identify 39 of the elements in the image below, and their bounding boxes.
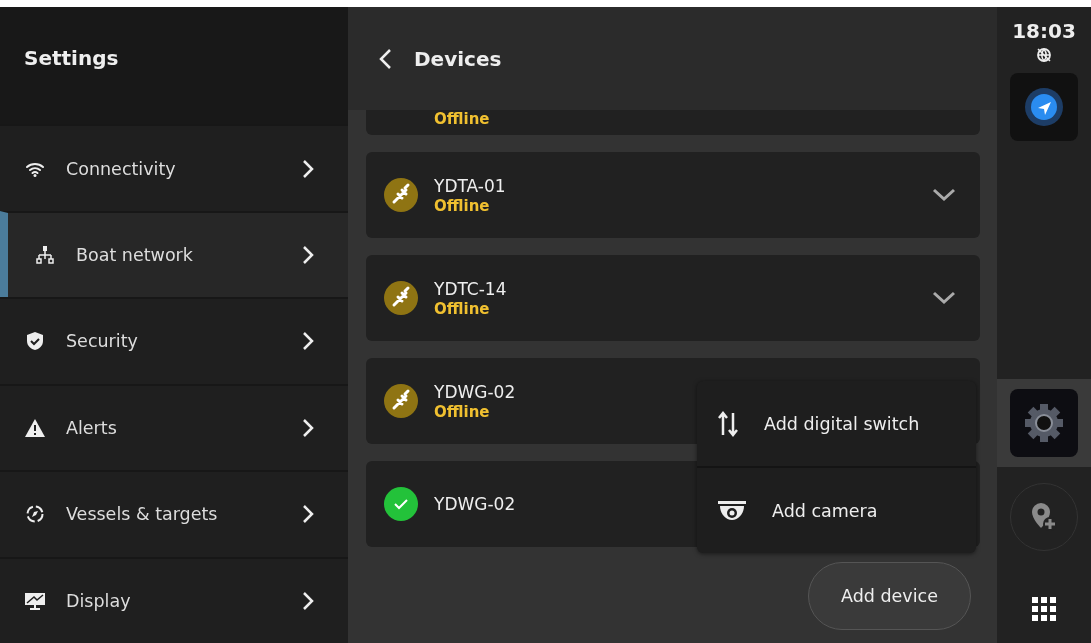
target-icon xyxy=(25,504,45,525)
device-status: Offline xyxy=(434,110,490,129)
settings-button[interactable] xyxy=(1010,389,1078,457)
chevron-right-icon xyxy=(302,158,314,179)
sidebar-item[interactable]: Boat network xyxy=(0,210,348,298)
device-status: Offline xyxy=(434,196,490,215)
shield-check-icon xyxy=(26,331,44,352)
chevron-right-icon xyxy=(302,504,314,525)
device-name: YDWG-02 xyxy=(434,381,516,402)
globe-off-icon xyxy=(1036,47,1052,63)
network-icon xyxy=(35,245,55,265)
device-card[interactable]: Offline xyxy=(366,110,980,135)
menu-item[interactable]: Add camera xyxy=(697,466,976,553)
monitor-icon xyxy=(24,590,46,611)
grid-icon xyxy=(1032,597,1056,621)
page-title: Devices xyxy=(414,46,502,71)
back-icon[interactable] xyxy=(378,47,392,70)
clock-time: 18:03 xyxy=(1012,19,1076,43)
chevron-down-icon[interactable] xyxy=(932,188,956,202)
device-name: YDWG-02 xyxy=(434,494,516,514)
device-name: YDTA-01 xyxy=(434,175,506,196)
settings-icon xyxy=(1022,401,1066,445)
chevron-down-icon[interactable] xyxy=(932,291,956,305)
device-card[interactable]: YDTC-14 Offline xyxy=(366,255,980,341)
navigation-button[interactable] xyxy=(1010,73,1078,141)
device-name: YDTC-14 xyxy=(434,278,507,299)
device-card[interactable]: YDTA-01 Offline xyxy=(366,152,980,238)
chevron-right-icon xyxy=(302,590,314,611)
camera-icon xyxy=(717,498,747,523)
device-status: Offline xyxy=(434,299,490,318)
up-down-arrows-icon xyxy=(717,410,739,437)
wifi-icon xyxy=(25,160,45,177)
add-device-button[interactable]: Add device xyxy=(808,562,971,630)
chevron-right-icon xyxy=(302,245,314,265)
chevron-right-icon xyxy=(302,331,314,352)
device-status: Offline xyxy=(434,402,490,421)
warning-icon xyxy=(24,417,46,438)
settings-title: Settings xyxy=(24,45,119,70)
chevron-right-icon xyxy=(302,417,314,438)
